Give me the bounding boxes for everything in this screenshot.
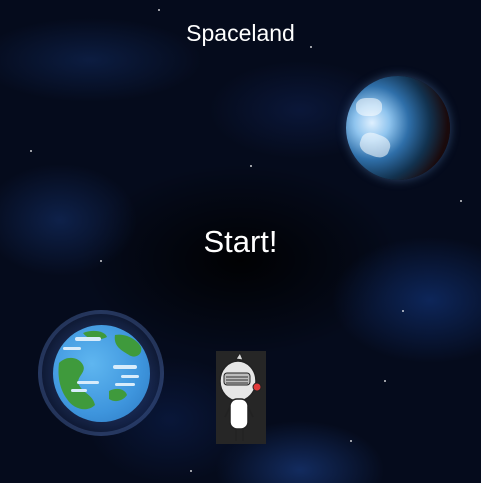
star [190,470,192,472]
earth-map [58,330,142,410]
star [402,310,404,312]
star [250,165,252,167]
game-canvas[interactable]: Spaceland Start! [0,0,481,483]
knight-sprite [219,351,262,441]
game-title: Spaceland [186,20,295,46]
planet-cloud [356,98,382,116]
knight-character-icon[interactable] [216,351,266,444]
planet-icon [346,76,450,180]
star [384,380,386,382]
star [30,150,32,152]
star [158,9,160,11]
star [350,440,352,442]
earth-planet-icon [53,325,150,422]
star [100,260,102,262]
planet-cloud [357,129,393,161]
star [460,200,462,202]
start-button[interactable]: Start! [0,224,481,260]
